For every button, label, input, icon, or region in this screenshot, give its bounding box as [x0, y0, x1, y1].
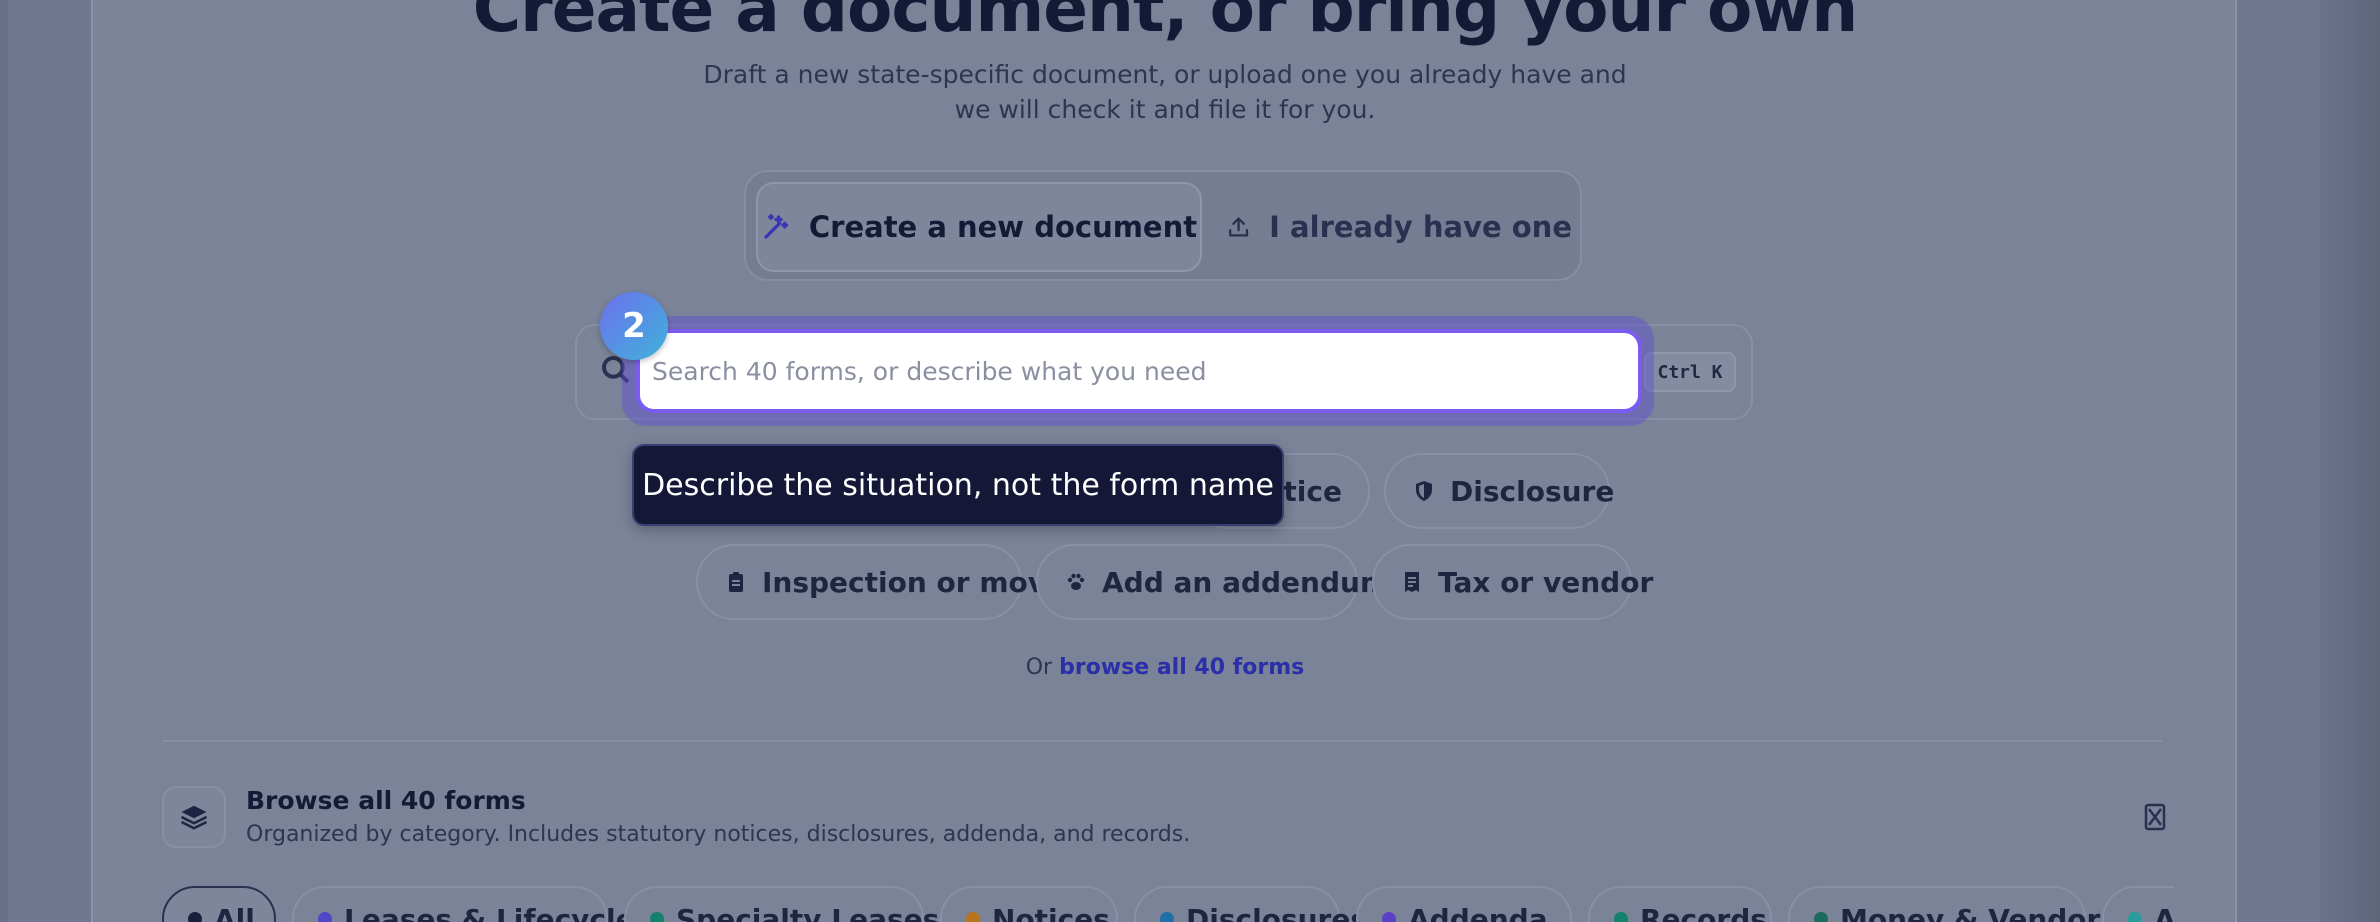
category-label: All — [214, 902, 255, 922]
chip-addendum[interactable]: Add an addendum — [1036, 544, 1389, 620]
category-chip[interactable]: Specialty Leases — [624, 886, 939, 922]
create-document-button[interactable]: Create a new document — [756, 182, 1202, 272]
chip-inspection[interactable]: Inspection or move — [696, 544, 1065, 620]
category-chip[interactable]: Disclosures — [1134, 886, 1367, 922]
category-dot — [318, 912, 332, 922]
section-divider — [162, 740, 2162, 742]
chip-tax[interactable]: Tax or vendor — [1372, 544, 1653, 620]
clipboard-icon — [729, 572, 743, 592]
magic-wand-icon — [764, 214, 789, 239]
category-dot — [2128, 912, 2142, 922]
chip-disclosure[interactable]: Disclosure — [1384, 453, 1614, 529]
collapse-icon[interactable] — [2144, 803, 2166, 831]
chip-addendum-label: Add an addendum — [1102, 565, 1390, 599]
category-chip[interactable]: Addenda — [1356, 886, 1572, 922]
shield-icon — [1416, 481, 1432, 501]
category-chip[interactable]: Money & Vendor — [1788, 886, 2100, 922]
category-label: Specialty Leases — [676, 902, 940, 922]
category-dot — [1160, 912, 1174, 922]
page-title: Create a document, or bring your own — [472, 0, 1859, 47]
keyboard-shortcut-hint: Ctrl K — [1644, 352, 1736, 392]
browse-prefix: Or — [1025, 655, 1053, 680]
category-label: Money & Vendor — [1840, 902, 2101, 922]
paw-icon — [1067, 573, 1085, 590]
browse-all-line: Or browse all 40 forms — [0, 655, 2330, 680]
create-document-label: Create a new document — [808, 210, 1198, 244]
category-dot — [1614, 912, 1628, 922]
category-label: Disclosures — [1186, 902, 1368, 922]
left-edge — [0, 0, 8, 922]
category-label: Apr — [2154, 902, 2174, 922]
chip-tax-label: Tax or vendor — [1438, 565, 1654, 599]
category-chip[interactable]: All — [162, 886, 276, 922]
category-dot — [188, 912, 202, 922]
upload-document-button[interactable]: I already have one — [1226, 182, 1572, 272]
browse-all-link[interactable]: browse all 40 forms — [1059, 655, 1304, 680]
onboarding-step-badge: 2 — [600, 292, 668, 360]
category-label: Records — [1640, 902, 1767, 922]
chip-inspection-label: Inspection or move — [762, 565, 1065, 599]
onboarding-tooltip: Describe the situation, not the form nam… — [632, 444, 1284, 526]
category-chip[interactable]: Leases & Lifecycle — [292, 886, 635, 922]
category-dot — [966, 912, 980, 922]
upload-icon — [1229, 217, 1249, 237]
category-chip[interactable]: Apr — [2102, 886, 2174, 922]
category-chip[interactable]: Records — [1588, 886, 1772, 922]
upload-document-label: I already have one — [1269, 210, 1572, 244]
search-input[interactable] — [636, 329, 1642, 413]
category-dot — [1814, 912, 1828, 922]
chip-disclosure-label: Disclosure — [1450, 474, 1615, 508]
category-label: Addenda — [1408, 902, 1548, 922]
right-edge-shadow — [2320, 0, 2380, 922]
forms-section-description: Organized by category. Includes statutor… — [246, 822, 1191, 847]
page-subtitle: Draft a new state-specific document, or … — [703, 60, 1627, 124]
layers-icon — [162, 786, 226, 848]
receipt-icon — [1405, 572, 1419, 592]
category-dot — [1382, 912, 1396, 922]
category-dot — [650, 912, 664, 922]
category-label: Leases & Lifecycle — [344, 902, 635, 922]
mode-toggle: Create a new document I already have one — [744, 170, 1582, 281]
category-filter-row: All Leases & Lifecycle Specialty Leases Not… — [162, 886, 2174, 922]
forms-section-title: Browse all 40 forms — [246, 786, 526, 815]
category-chip[interactable]: Notices — [940, 886, 1118, 922]
category-label: Notices — [992, 902, 1110, 922]
